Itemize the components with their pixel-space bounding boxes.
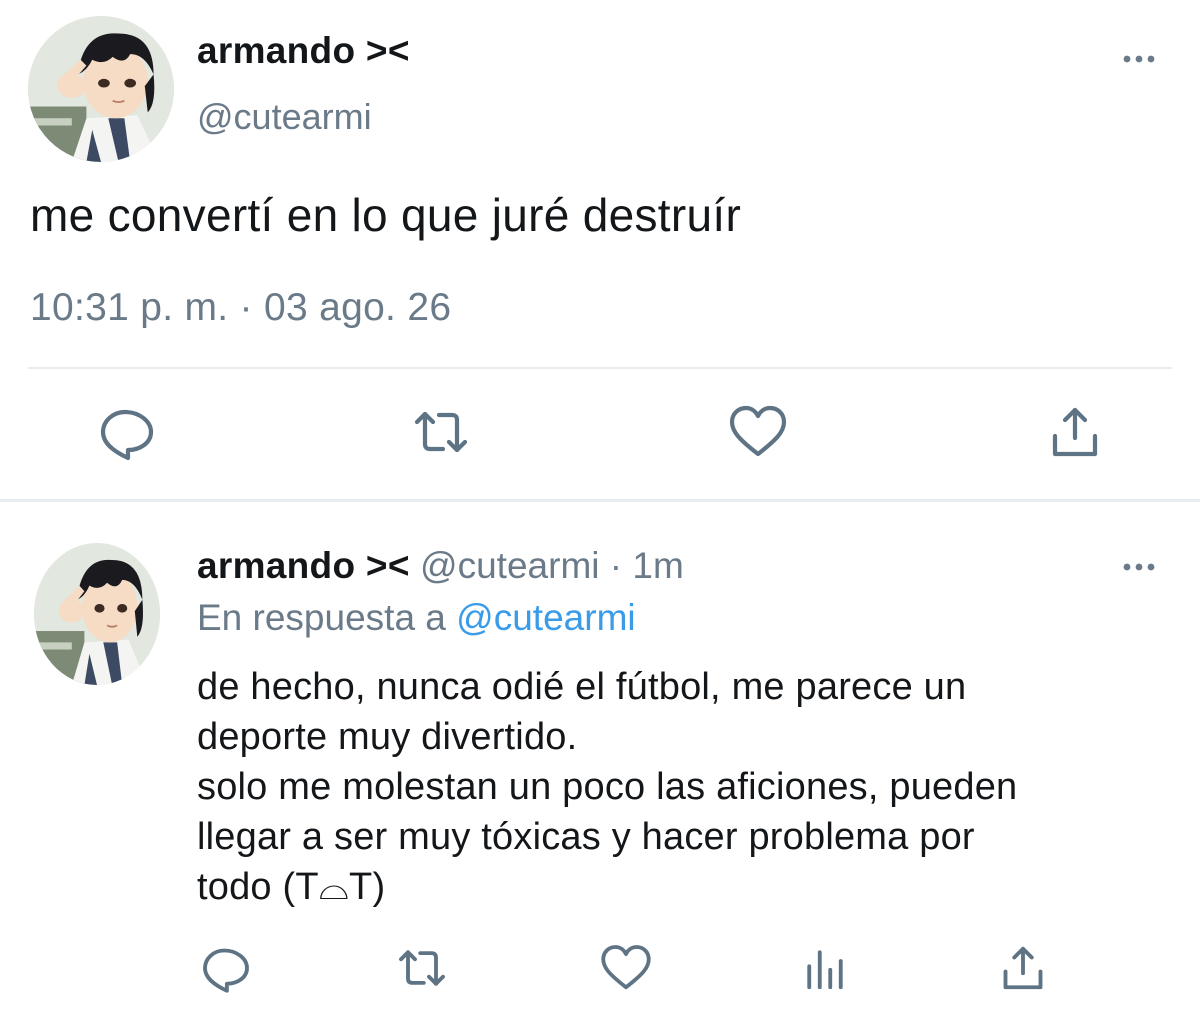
retweet-icon[interactable] xyxy=(394,940,450,996)
tweet-text-line: todo (T⌓T) xyxy=(197,866,386,908)
reply-icon[interactable] xyxy=(198,940,254,996)
reply-context: En respuesta a @cutearmi xyxy=(197,597,636,639)
avatar[interactable] xyxy=(28,16,174,162)
share-icon[interactable] xyxy=(995,940,1051,996)
divider xyxy=(28,367,1172,369)
author-handle[interactable]: @cutearmi xyxy=(197,96,372,138)
reply-to-link[interactable]: @cutearmi xyxy=(456,597,635,638)
tweet-header: armando >< @cutearmi · 1m xyxy=(197,545,684,587)
avatar[interactable] xyxy=(34,543,160,685)
header-separator: · xyxy=(599,545,633,586)
share-icon[interactable] xyxy=(1043,400,1107,464)
tweet-text: me convertí en lo que juré destruír xyxy=(30,189,742,241)
author-handle[interactable]: @cutearmi xyxy=(420,545,599,586)
tweet-text-line: de hecho, nunca odié el fútbol, me parec… xyxy=(197,666,967,708)
more-horizontal-icon[interactable] xyxy=(1116,44,1162,74)
tweet-timestamp[interactable]: 10:31 p. m. · 03 ago. 26 xyxy=(30,286,451,330)
tweet-text: de hecho, nunca odié el fútbol, me parec… xyxy=(197,662,1157,912)
tweet-separator xyxy=(0,499,1200,502)
tweet-text-line: llegar a ser muy tóxicas y hacer problem… xyxy=(197,816,975,858)
more-horizontal-icon[interactable] xyxy=(1116,552,1162,582)
stats-icon[interactable] xyxy=(797,940,853,996)
tweet-text-line: solo me molestan un poco las aficiones, … xyxy=(197,766,1018,808)
author-name[interactable]: armando >< xyxy=(197,30,410,72)
author-name[interactable]: armando >< xyxy=(197,545,410,586)
reply-prefix: En respuesta a xyxy=(197,597,457,638)
retweet-icon[interactable] xyxy=(409,400,473,464)
like-icon[interactable] xyxy=(598,940,654,996)
reply-icon[interactable] xyxy=(95,400,159,464)
tweet-text-line: deporte muy divertido. xyxy=(197,716,578,758)
relative-time[interactable]: 1m xyxy=(632,545,683,586)
like-icon[interactable] xyxy=(726,400,790,464)
